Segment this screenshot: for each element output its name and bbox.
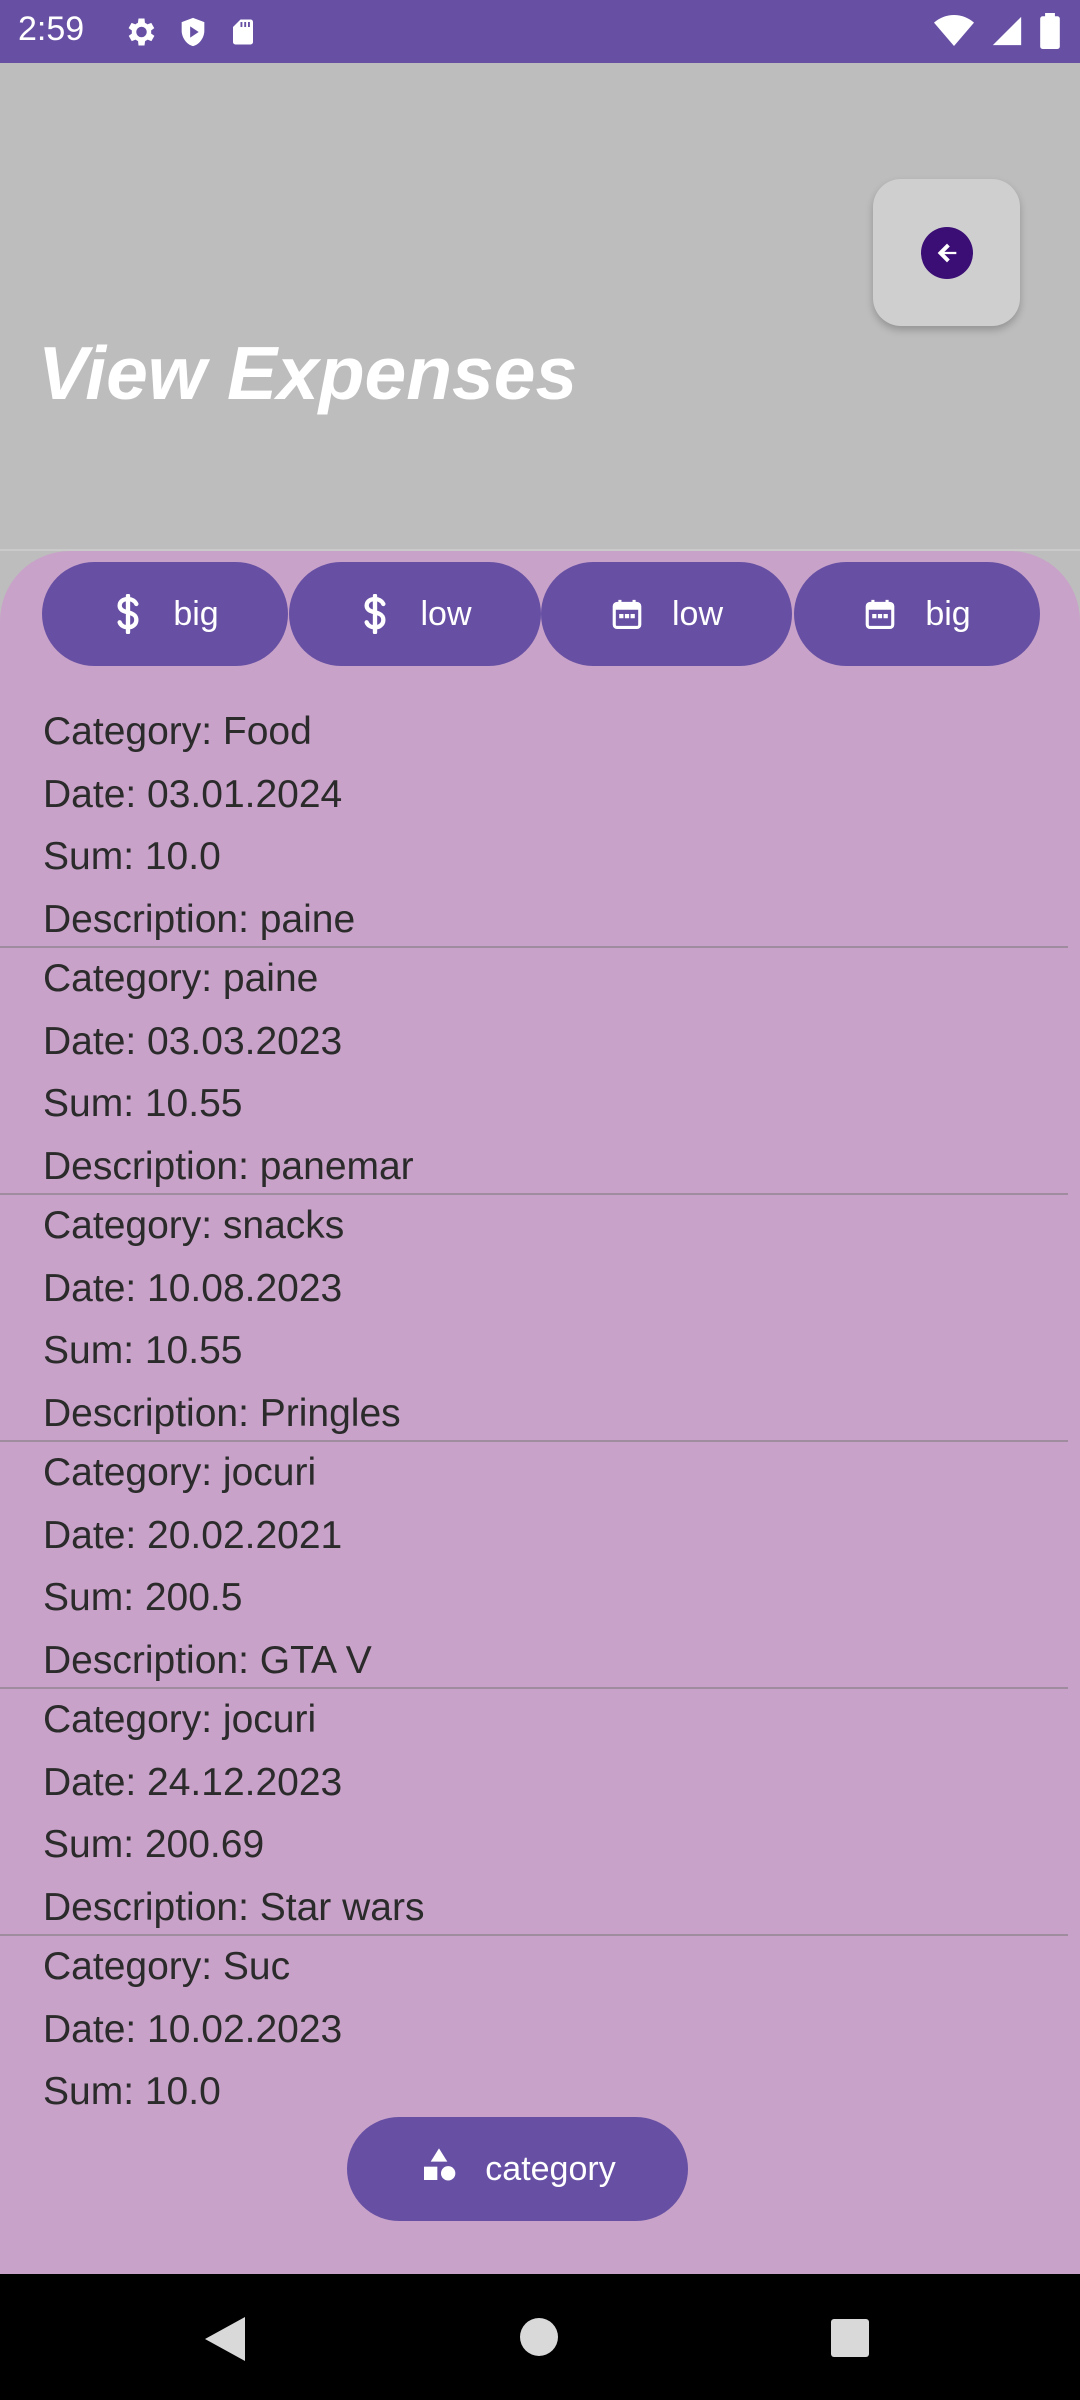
expense-date: Date: 20.02.2021: [43, 1513, 343, 1557]
expense-category: Category: jocuri: [43, 1698, 317, 1741]
expense-item[interactable]: Category: snacks Date: 10.08.2023 Sum: 1…: [0, 1195, 1068, 1442]
expense-item[interactable]: Category: jocuri Date: 20.02.2021 Sum: 2…: [0, 1442, 1068, 1689]
nav-home-icon[interactable]: [520, 2318, 558, 2356]
expense-sum: Sum: 200.5: [43, 1576, 243, 1619]
nav-back-icon[interactable]: [205, 2317, 245, 2361]
expense-sum: Sum: 10.0: [43, 2070, 221, 2111]
status-time: 2:59: [18, 10, 85, 48]
arrow-back-icon: [920, 226, 973, 279]
expense-category: Category: paine: [43, 957, 319, 1000]
system-nav-bar: [0, 2274, 1080, 2400]
status-icons-right: [934, 13, 1060, 49]
wifi-icon: [934, 15, 974, 46]
page-title: View Expenses: [38, 331, 578, 415]
expense-description: Description: panemar: [43, 1144, 414, 1188]
nav-recents-icon[interactable]: [831, 2319, 869, 2357]
expense-category: Category: jocuri: [43, 1451, 317, 1494]
chip-label: low: [671, 594, 724, 633]
expense-description: Description: Star wars: [43, 1885, 425, 1929]
chip-label: big: [925, 594, 971, 633]
expense-item[interactable]: Category: Food Date: 03.01.2024 Sum: 10.…: [0, 701, 1068, 948]
expense-item[interactable]: Category: Suc Date: 10.02.2023 Sum: 10.0: [0, 1936, 1068, 2111]
battery-icon: [1040, 13, 1060, 49]
expense-category: Category: snacks: [43, 1204, 345, 1247]
expense-sum: Sum: 200.69: [43, 1823, 265, 1866]
sort-date-low-chip[interactable]: low: [541, 562, 792, 666]
expense-date: Date: 10.02.2023: [43, 2007, 343, 2051]
expense-description: Description: Pringles: [43, 1391, 401, 1435]
dollar-icon: [358, 594, 392, 634]
dollar-icon: [111, 594, 145, 634]
status-icons-left: [122, 14, 258, 50]
expense-item[interactable]: Category: paine Date: 03.03.2023 Sum: 10…: [0, 948, 1068, 1195]
gear-icon: [128, 18, 155, 46]
expense-sum: Sum: 10.0: [43, 835, 221, 878]
category-button[interactable]: category: [347, 2117, 688, 2221]
expense-item[interactable]: Category: jocuri Date: 24.12.2023 Sum: 2…: [0, 1689, 1068, 1936]
expense-description: Description: GTA V: [43, 1638, 372, 1682]
calendar-icon: [610, 594, 644, 634]
expense-date: Date: 24.12.2023: [43, 1760, 343, 1804]
expense-category: Category: Food: [43, 710, 312, 753]
sd-card-icon: [233, 19, 253, 45]
expense-description: Description: paine: [43, 897, 356, 941]
expense-date: Date: 10.08.2023: [43, 1266, 343, 1310]
calendar-icon: [863, 594, 897, 634]
sort-sum-big-chip[interactable]: big: [42, 562, 288, 666]
expense-list[interactable]: Category: Food Date: 03.01.2024 Sum: 10.…: [0, 701, 1068, 2111]
expense-date: Date: 03.03.2023: [43, 1019, 343, 1063]
chip-label: big: [173, 594, 219, 633]
category-button-label: category: [485, 2149, 616, 2188]
sort-date-big-chip[interactable]: big: [794, 562, 1040, 666]
expenses-panel: big low low big Category: Food Date: 03.…: [0, 551, 1080, 2274]
shapes-icon: [419, 2145, 459, 2194]
status-bar: 2:59: [0, 0, 1080, 63]
expense-sum: Sum: 10.55: [43, 1082, 243, 1125]
back-button[interactable]: [873, 179, 1020, 326]
shield-play-icon: [181, 17, 205, 47]
expense-date: Date: 03.01.2024: [43, 772, 343, 816]
expense-sum: Sum: 10.55: [43, 1329, 243, 1372]
sort-sum-low-chip[interactable]: low: [289, 562, 541, 666]
signal-icon: [992, 16, 1022, 46]
chip-label: low: [420, 594, 472, 633]
expense-category: Category: Suc: [43, 1945, 291, 1988]
